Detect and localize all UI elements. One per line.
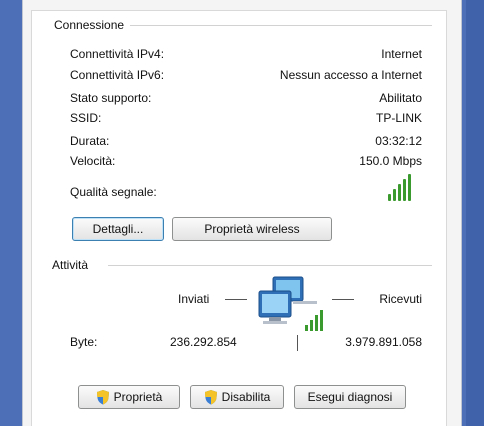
connection-title: Connessione [54,18,131,32]
shield-icon [96,390,109,405]
disable-button[interactable]: Disabilita [190,385,284,409]
activity-divider [108,265,432,266]
sent-label: Inviati [178,292,210,306]
wireless-properties-button[interactable]: Proprietà wireless [172,217,332,241]
bytes-received-value: 3.979.891.058 [345,335,422,349]
signal-strength-icon [388,173,411,201]
properties-button[interactable]: Proprietà [78,385,180,409]
ipv4-value: Internet [381,47,422,61]
sent-line [225,299,247,300]
received-label: Ricevuti [379,292,422,306]
wifi-status-dialog: Connessione Connettività IPv4: Internet … [22,0,462,426]
ssid-label: SSID: [70,111,102,125]
media-state-value: Abilitato [379,91,422,105]
bytes-label: Byte: [70,335,98,349]
ipv6-label: Connettività IPv6: [70,68,165,82]
speed-label: Velocità: [70,154,116,168]
ipv6-value: Nessun accesso a Internet [279,68,422,82]
ipv4-label: Connettività IPv4: [70,47,165,61]
dialog-content: Connessione Connettività IPv4: Internet … [31,10,447,426]
received-line [332,299,354,300]
details-button[interactable]: Dettagli... [72,217,164,241]
activity-title: Attività [52,258,95,272]
shield-icon [204,390,217,405]
diagnose-button[interactable]: Esegui diagnosi [294,385,406,409]
media-state-label: Stato supporto: [70,91,152,105]
speed-value: 150.0 Mbps [359,154,422,168]
background-strip [466,0,484,426]
properties-button-label: Proprietà [113,390,163,404]
duration-label: Durata: [70,134,110,148]
network-computers-icon [258,276,323,331]
bytes-separator [297,335,298,351]
signal-quality-label: Qualità segnale: [70,185,157,199]
ssid-value: TP-LINK [375,111,422,125]
connection-divider [124,25,432,26]
bytes-sent-value: 236.292.854 [170,335,237,349]
duration-value: 03:32:12 [375,134,422,148]
disable-button-label: Disabilita [221,390,271,404]
